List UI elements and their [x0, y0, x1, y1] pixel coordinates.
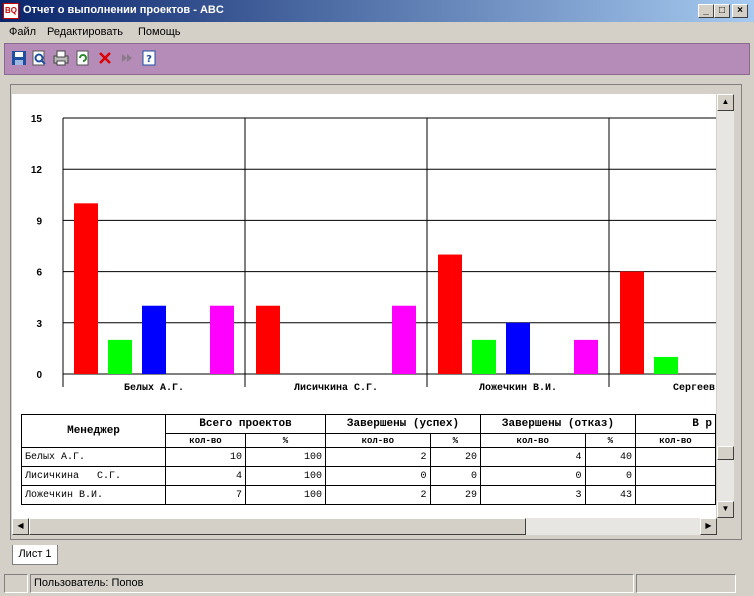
y-tick-label: 3 — [36, 319, 42, 330]
cell: 4 — [165, 466, 246, 486]
maximize-button[interactable]: □ — [714, 4, 730, 18]
scroll-right-button[interactable]: ▶ — [700, 518, 717, 535]
bar — [142, 305, 166, 374]
save-icon[interactable] — [9, 48, 29, 68]
header-group-success: Завершены (успех) — [325, 414, 481, 434]
svg-text:?: ? — [146, 54, 152, 65]
refresh-icon[interactable] — [73, 48, 93, 68]
header-group-total: Всего проектов — [165, 414, 326, 434]
print-icon[interactable] — [51, 48, 71, 68]
forward-icon[interactable] — [117, 48, 137, 68]
subheader-count: кол-во — [325, 433, 431, 448]
y-tick-label: 0 — [36, 370, 42, 381]
tab-sheet1[interactable]: Лист 1 — [12, 545, 58, 565]
subheader-pct: % — [245, 433, 326, 448]
cell: 4 — [479, 447, 586, 467]
x-category-label: Лисичкина С.Г. — [294, 383, 378, 394]
cell: 0 — [325, 466, 431, 486]
table-row: Ложечкин В.И. 7 100 2 29 3 43 — [21, 485, 716, 505]
y-tick-label: 12 — [31, 165, 43, 176]
menu-help[interactable]: Помощь — [138, 26, 181, 38]
header-group-fail: Завершены (отказ) — [479, 414, 637, 434]
vertical-scrollbar[interactable]: ▲ ▼ — [717, 94, 734, 518]
header-manager: Менеджер — [21, 414, 166, 448]
status-panel — [4, 574, 28, 593]
scroll-left-button[interactable]: ◀ — [12, 518, 29, 535]
cell: 100 — [245, 466, 326, 486]
bar — [210, 305, 234, 374]
cell: 40 — [584, 447, 637, 467]
scroll-thumb[interactable] — [717, 446, 734, 460]
cell: 43 — [584, 485, 637, 505]
bar — [392, 305, 416, 374]
subheader-count: кол-во — [479, 433, 586, 448]
menu-bar: Файл Редактировать Помощь — [0, 22, 754, 42]
cell: 10 — [165, 447, 246, 467]
bar — [74, 203, 98, 374]
bar — [108, 339, 132, 374]
cell: 0 — [429, 466, 481, 486]
header-group-inprogress: В р — [635, 414, 716, 434]
app-icon: BQ — [3, 3, 19, 19]
y-tick-label: 9 — [36, 216, 42, 227]
cell — [635, 447, 716, 467]
subheader-pct: % — [584, 433, 637, 448]
bar — [654, 356, 678, 374]
cell: 29 — [429, 485, 481, 505]
cell — [635, 485, 716, 505]
help-icon[interactable]: ? — [139, 48, 159, 68]
window-title: Отчет о выполнении проектов - ABC — [23, 4, 224, 16]
cell: 100 — [245, 485, 326, 505]
status-bar: Пользователь: Попов — [0, 572, 754, 596]
report-table: Менеджер Всего проектов Завершены (успех… — [21, 414, 716, 505]
manager-name: Ложечкин В.И. — [21, 485, 166, 505]
subheader-count: кол-во — [165, 433, 246, 448]
toolbar: ? — [4, 43, 750, 75]
scroll-down-button[interactable]: ▼ — [717, 501, 734, 518]
cell: 7 — [165, 485, 246, 505]
close-button[interactable]: × — [732, 4, 748, 18]
cell: 20 — [429, 447, 481, 467]
title-bar: BQ Отчет о выполнении проектов - ABC _ □… — [0, 0, 754, 22]
x-category-label: Белых А.Г. — [124, 383, 184, 394]
cell — [635, 466, 716, 486]
status-user: Пользователь: Попов — [30, 574, 634, 593]
preview-icon[interactable] — [29, 48, 49, 68]
bar — [574, 339, 598, 374]
report-page: 0 3 6 9 12 15 Белых А.Г. Лисичкина С.Г. Ложечкин… — [12, 94, 716, 518]
menu-file[interactable]: Файл — [9, 26, 36, 38]
manager-name: Лисичкина С.Г. — [21, 466, 166, 486]
scroll-up-button[interactable]: ▲ — [717, 94, 734, 111]
minimize-button[interactable]: _ — [698, 4, 714, 18]
cell: 0 — [479, 466, 586, 486]
cell: 2 — [325, 447, 431, 467]
bar — [438, 254, 462, 374]
cell: 3 — [479, 485, 586, 505]
bar — [472, 339, 496, 374]
bar — [256, 305, 280, 374]
table-row: Белых А.Г. 10 100 2 20 4 40 — [21, 447, 716, 467]
cell: 100 — [245, 447, 326, 467]
y-tick-label: 15 — [31, 114, 43, 125]
y-tick-label: 6 — [36, 268, 42, 279]
bar-chart: 0 3 6 9 12 15 Белых А.Г. Лисичкина С.Г. Ложечкин… — [31, 114, 716, 394]
table-row: Лисичкина С.Г. 4 100 0 0 0 0 — [21, 466, 716, 486]
status-panel — [636, 574, 736, 593]
x-category-label: Сергеев К — [673, 383, 716, 394]
x-category-label: Ложечкин В.И. — [479, 383, 557, 394]
menu-edit[interactable]: Редактировать — [47, 26, 123, 38]
horizontal-scrollbar[interactable]: ◀ ▶ — [12, 518, 717, 535]
cell: 0 — [584, 466, 637, 486]
subheader-count: кол-во — [635, 433, 716, 448]
delete-icon[interactable] — [95, 48, 115, 68]
bar — [506, 322, 530, 374]
manager-name: Белых А.Г. — [21, 447, 166, 467]
cell: 2 — [325, 485, 431, 505]
hscroll-thumb[interactable] — [29, 518, 526, 535]
subheader-pct: % — [429, 433, 481, 448]
bar — [620, 271, 644, 374]
